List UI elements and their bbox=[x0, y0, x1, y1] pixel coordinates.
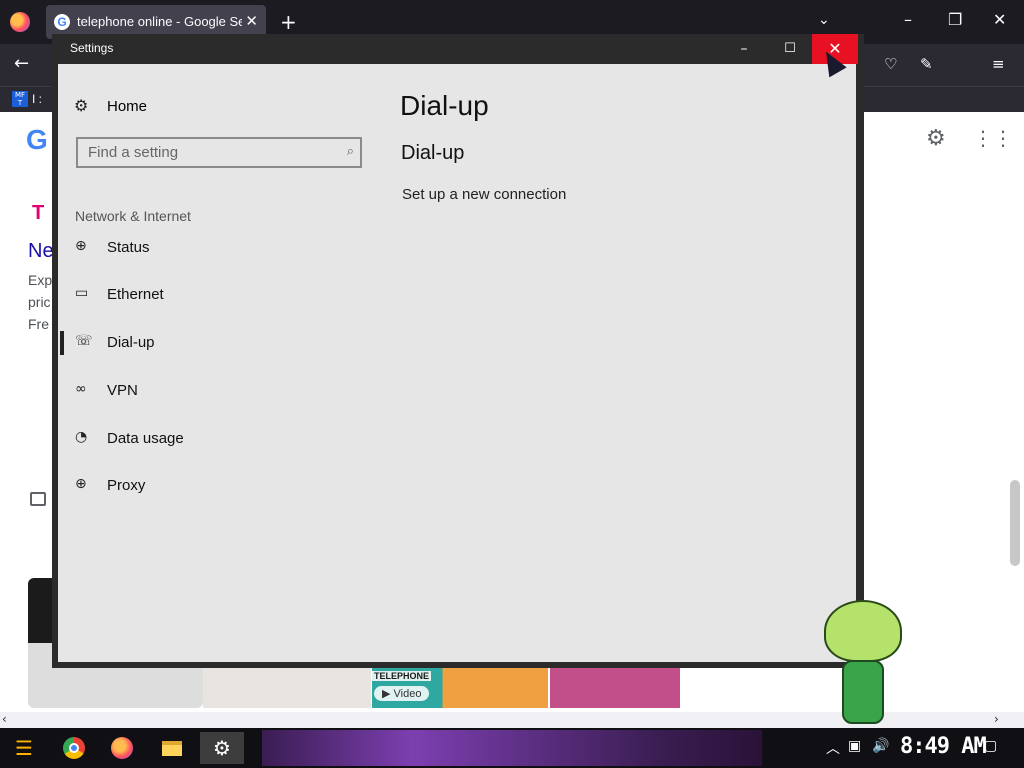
desktop-mascot bbox=[822, 600, 902, 730]
globe-icon: ⊕ bbox=[75, 476, 87, 492]
bookmark-label[interactable]: I : bbox=[32, 92, 42, 106]
google-favicon-icon: G bbox=[54, 14, 70, 30]
list-tabs-button[interactable]: ⌄ bbox=[818, 12, 830, 28]
scroll-right-icon[interactable]: › bbox=[994, 712, 999, 726]
selection-marker bbox=[60, 331, 64, 355]
settings-taskbar-button[interactable]: ⚙ bbox=[200, 732, 244, 764]
browser-close-button[interactable]: ✕ bbox=[993, 10, 1006, 29]
mascot-body bbox=[842, 660, 884, 724]
video-chip: ▶ Video bbox=[374, 686, 430, 701]
minimize-button[interactable]: – bbox=[724, 36, 764, 62]
data-usage-icon: ◔ bbox=[75, 429, 88, 445]
nav-item-status[interactable]: ⊕ Status bbox=[58, 228, 378, 268]
ethernet-icon: ▭ bbox=[75, 285, 89, 301]
nav-item-label: Ethernet bbox=[107, 286, 164, 303]
tab-title: telephone online - Google Sea bbox=[77, 14, 242, 29]
ad-line: Fre bbox=[28, 316, 49, 332]
search-box[interactable]: ⌕ bbox=[76, 137, 362, 168]
network-icon[interactable]: ▣ bbox=[848, 738, 861, 754]
globe-status-icon: ⊕ bbox=[75, 238, 87, 254]
gear-icon[interactable]: ⚙ bbox=[926, 126, 946, 151]
ad-line: Exp bbox=[28, 272, 53, 288]
section-heading: Network & Internet bbox=[75, 208, 191, 224]
firefox-icon bbox=[111, 737, 133, 759]
clock[interactable]: 8:49 AM bbox=[900, 734, 987, 759]
image-thumbnail[interactable] bbox=[550, 668, 680, 708]
pocket-icon[interactable]: ♡ bbox=[884, 55, 897, 73]
settings-body: ⚙ Home ⌕ Network & Internet ⊕ Status ▭ E… bbox=[58, 64, 856, 662]
browser-minimize-button[interactable]: – bbox=[904, 10, 912, 29]
apps-grid-icon[interactable]: ⋮⋮ bbox=[973, 126, 1013, 150]
image-icon bbox=[30, 492, 46, 506]
mascot-head bbox=[824, 600, 902, 662]
firefox-taskbar-button[interactable] bbox=[102, 732, 142, 764]
window-title: Settings bbox=[70, 41, 114, 55]
extensions-icon[interactable]: ✎ bbox=[920, 55, 933, 73]
scroll-left-icon[interactable]: ‹ bbox=[2, 712, 7, 726]
browser-restore-button[interactable]: ❐ bbox=[948, 10, 962, 29]
thumbnail-title: TELEPHONE bbox=[372, 671, 432, 681]
menu-icon[interactable]: ≡ bbox=[992, 55, 1005, 73]
settings-titlebar[interactable]: Settings – ☐ ✕ bbox=[52, 34, 864, 64]
new-tab-button[interactable]: + bbox=[280, 10, 297, 34]
ad-title[interactable]: Ne bbox=[28, 240, 54, 263]
nav-item-proxy[interactable]: ⊕ Proxy bbox=[58, 466, 378, 506]
nav-item-vpn[interactable]: ∞ VPN bbox=[58, 371, 378, 411]
nav-item-label: Dial-up bbox=[107, 334, 155, 351]
notifications-icon[interactable]: ▢ bbox=[984, 738, 997, 754]
chrome-taskbar-button[interactable] bbox=[54, 732, 94, 764]
firefox-logo-icon[interactable] bbox=[10, 12, 30, 32]
setup-connection-link[interactable]: Set up a new connection bbox=[402, 186, 566, 203]
maximize-button[interactable]: ☐ bbox=[770, 36, 810, 62]
section-title: Dial-up bbox=[401, 142, 465, 164]
volume-icon[interactable]: 🔊 bbox=[872, 738, 889, 754]
google-logo[interactable]: G bbox=[26, 124, 48, 156]
nav-item-label: Data usage bbox=[107, 430, 184, 447]
nav-item-label: Status bbox=[107, 239, 150, 256]
folder-icon bbox=[162, 741, 182, 756]
nav-item-ethernet[interactable]: ▭ Ethernet bbox=[58, 275, 378, 315]
file-explorer-taskbar-button[interactable] bbox=[152, 732, 192, 764]
close-tab-icon[interactable]: ✕ bbox=[245, 12, 258, 30]
nav-item-data-usage[interactable]: ◔ Data usage bbox=[58, 419, 378, 459]
settings-window: Settings – ☐ ✕ ⚙ Home ⌕ Network & Intern… bbox=[52, 34, 864, 668]
tmobile-logo: T bbox=[32, 202, 45, 224]
vpn-icon: ∞ bbox=[75, 381, 87, 397]
nav-item-label: VPN bbox=[107, 382, 138, 399]
ad-line: pric bbox=[28, 294, 51, 310]
dialup-icon: ☏ bbox=[75, 333, 93, 349]
chrome-icon-center bbox=[69, 743, 79, 753]
taskbar: ☰ ⚙ ︿ ▣ 🔊 8:49 AM ▢ bbox=[0, 728, 1024, 768]
vertical-scrollbar[interactable] bbox=[1010, 480, 1020, 566]
nav-item-label: Proxy bbox=[107, 477, 146, 494]
home-label: Home bbox=[107, 98, 148, 115]
bookmark-favicon-icon[interactable]: MF T bbox=[12, 91, 28, 107]
search-icon[interactable]: ⌕ bbox=[347, 144, 354, 159]
start-button[interactable]: ☰ bbox=[4, 732, 44, 764]
nav-item-dialup[interactable]: ☏ Dial-up bbox=[58, 323, 378, 363]
page-title: Dial-up bbox=[400, 90, 489, 121]
gear-icon: ⚙ bbox=[74, 96, 89, 115]
back-icon[interactable]: ← bbox=[14, 53, 29, 74]
tray-chevron-icon[interactable]: ︿ bbox=[826, 738, 840, 758]
taskbar-decoration bbox=[262, 730, 762, 766]
search-input[interactable] bbox=[88, 144, 328, 161]
